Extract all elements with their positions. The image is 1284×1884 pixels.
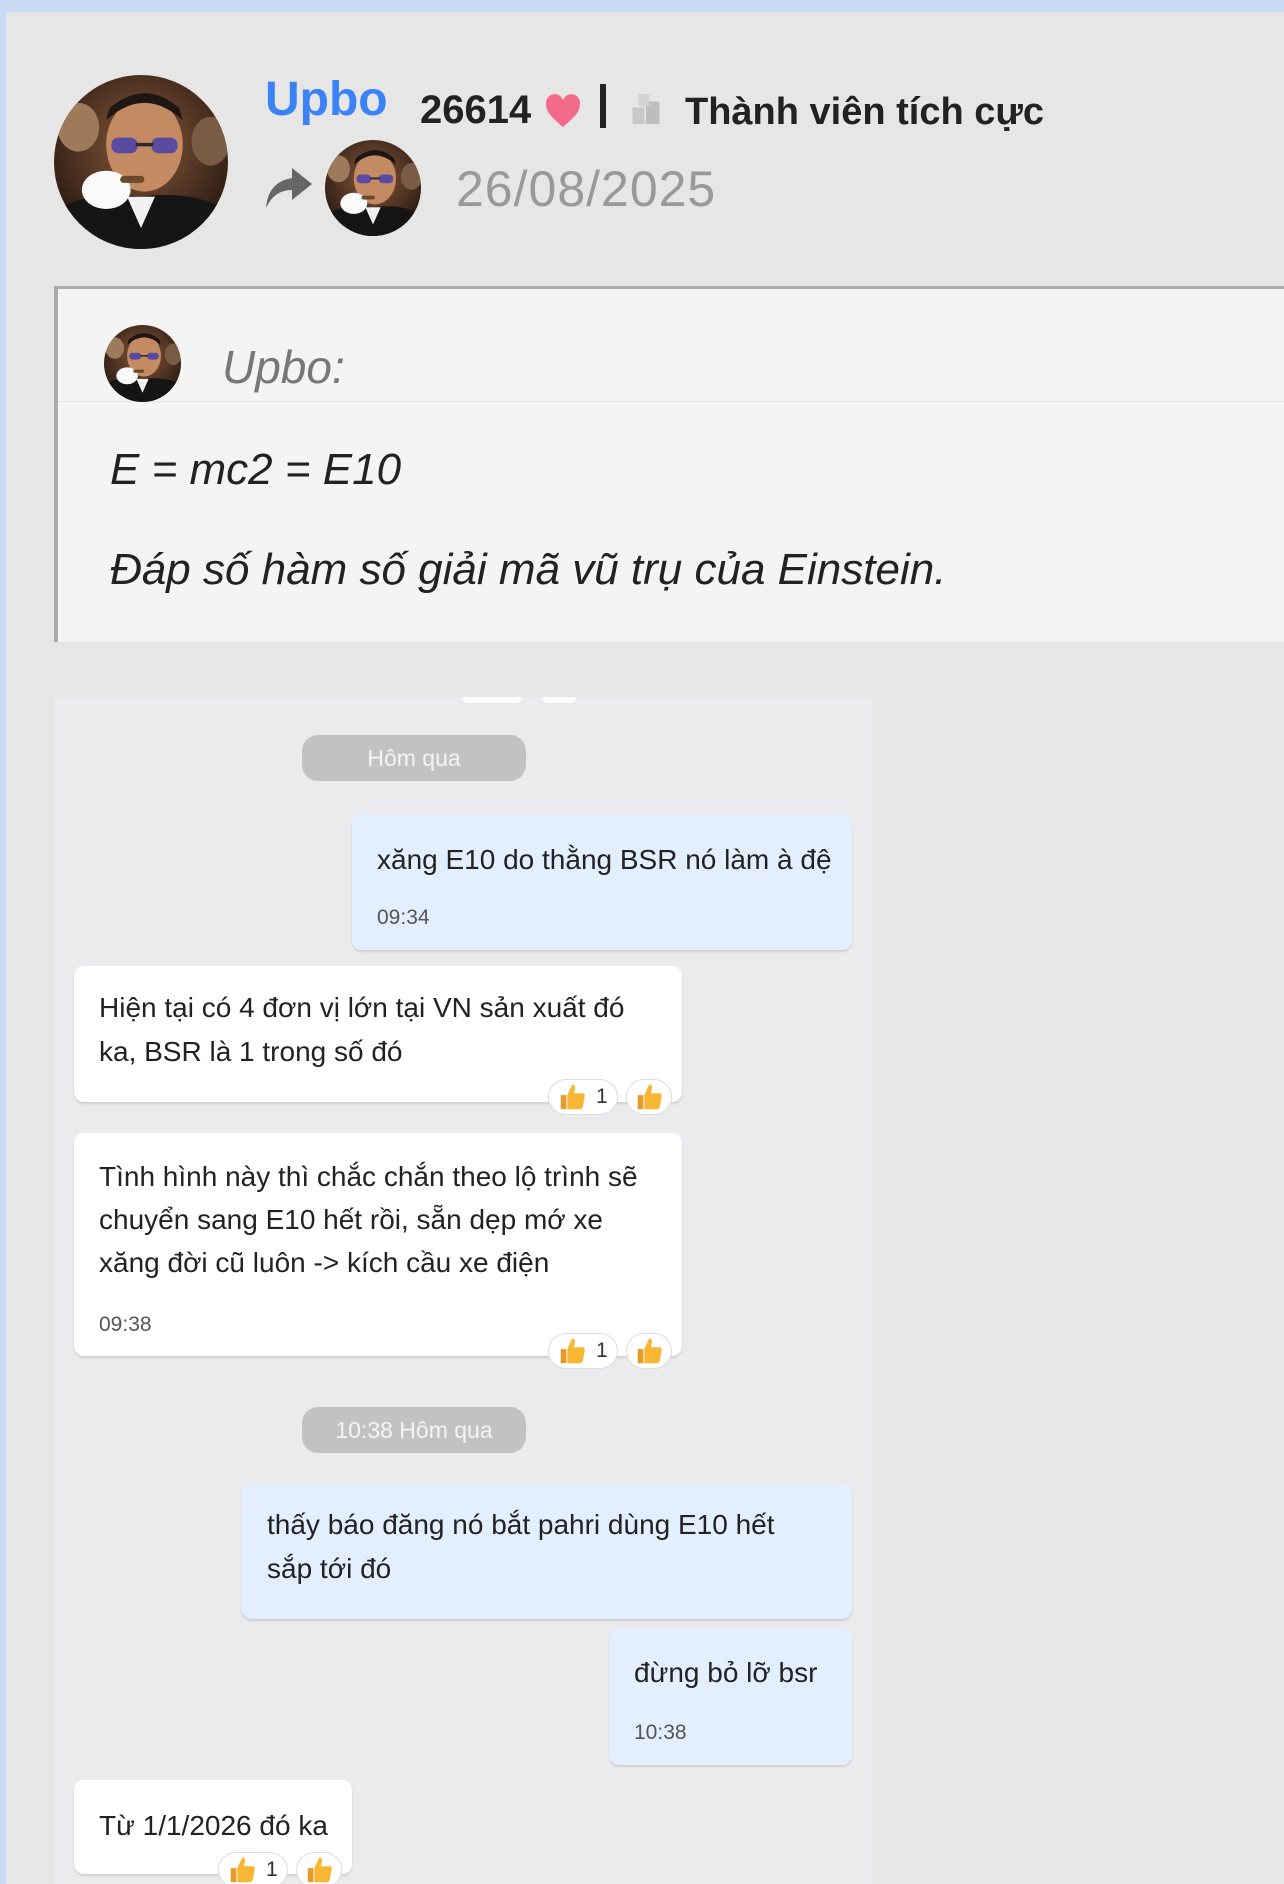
reaction-count: 1 bbox=[596, 1085, 608, 1108]
message-text: Tình hình này thì chắc chắn theo lộ trìn… bbox=[99, 1161, 638, 1192]
message-text: xăng đời cũ luôn -> kích cầu xe điện bbox=[99, 1247, 550, 1278]
author-username[interactable]: Upbo bbox=[265, 72, 388, 127]
react-button[interactable] bbox=[296, 1852, 342, 1884]
quote-author-avatar[interactable] bbox=[104, 325, 181, 402]
message-bubble-outgoing[interactable]: đừng bỏ lỡ bsr 10:38 bbox=[609, 1629, 852, 1765]
message-time: 10:38 bbox=[634, 1721, 687, 1744]
post-date: 26/08/2025 bbox=[456, 161, 717, 217]
time-divider: 10:38 Hôm qua bbox=[302, 1407, 526, 1453]
sharer-avatar[interactable] bbox=[325, 140, 421, 236]
share-arrow-icon[interactable] bbox=[262, 164, 314, 212]
reaction-count-badge[interactable]: 1 bbox=[218, 1852, 288, 1884]
reaction-count: 1 bbox=[266, 1858, 278, 1881]
message-bubble-incoming[interactable]: Tình hình này thì chắc chắn theo lộ trìn… bbox=[74, 1133, 682, 1356]
thumbs-up-icon bbox=[304, 1855, 334, 1884]
top-border bbox=[0, 0, 1284, 12]
header-separator bbox=[600, 84, 606, 128]
thumbs-up-icon bbox=[557, 1082, 587, 1112]
reaction-count: 1 bbox=[596, 1339, 608, 1362]
cropped-message-edge bbox=[542, 697, 576, 703]
date-divider: Hôm qua bbox=[302, 735, 526, 781]
react-button[interactable] bbox=[626, 1333, 672, 1369]
author-points: 26614 bbox=[420, 88, 532, 132]
cropped-message-edge bbox=[462, 697, 522, 703]
author-avatar[interactable] bbox=[54, 75, 228, 249]
message-text: chuyển sang E10 hết rồi, sẵn dẹp mớ xe bbox=[99, 1204, 603, 1235]
heart-icon bbox=[545, 94, 581, 127]
react-button[interactable] bbox=[626, 1079, 672, 1115]
message-text: ka, BSR là 1 trong số đó bbox=[99, 1036, 403, 1067]
message-bubble-outgoing[interactable]: thấy báo đăng nó bắt pahri dùng E10 hết … bbox=[242, 1483, 852, 1619]
quote-divider bbox=[58, 401, 1284, 402]
left-border bbox=[0, 0, 6, 1884]
message-time: 09:38 bbox=[99, 1313, 152, 1336]
member-rank-icon bbox=[632, 94, 660, 124]
message-time: 09:34 bbox=[377, 906, 430, 929]
message-text: thấy báo đăng nó bắt pahri dùng E10 hết bbox=[267, 1509, 775, 1540]
quote-line: E = mc2 = E10 bbox=[110, 445, 402, 494]
message-text: sắp tới đó bbox=[267, 1553, 392, 1584]
message-text: Hiện tại có 4 đơn vị lớn tại VN sản xuất… bbox=[99, 992, 625, 1023]
thumbs-up-icon bbox=[634, 1082, 664, 1112]
thumbs-up-icon bbox=[634, 1336, 664, 1366]
thumbs-up-icon bbox=[227, 1855, 257, 1884]
quote-line: Đáp số hàm số giải mã vũ trụ của Einstei… bbox=[110, 545, 947, 594]
reaction-count-badge[interactable]: 1 bbox=[548, 1333, 618, 1369]
message-text: Từ 1/1/2026 đó ka bbox=[99, 1810, 328, 1841]
reaction-count-badge[interactable]: 1 bbox=[548, 1079, 618, 1115]
message-bubble-outgoing[interactable]: xăng E10 do thằng BSR nó làm à đệ 09:34 bbox=[352, 814, 852, 950]
chat-screenshot: Hôm qua xăng E10 do thằng BSR nó làm à đ… bbox=[54, 697, 872, 1884]
member-rank: Thành viên tích cực bbox=[685, 91, 1045, 133]
message-text: xăng E10 do thằng BSR nó làm à đệ bbox=[377, 844, 832, 875]
message-text: đừng bỏ lỡ bsr bbox=[634, 1657, 818, 1688]
thumbs-up-icon bbox=[557, 1336, 587, 1366]
quote-author: Upbo: bbox=[222, 341, 345, 393]
